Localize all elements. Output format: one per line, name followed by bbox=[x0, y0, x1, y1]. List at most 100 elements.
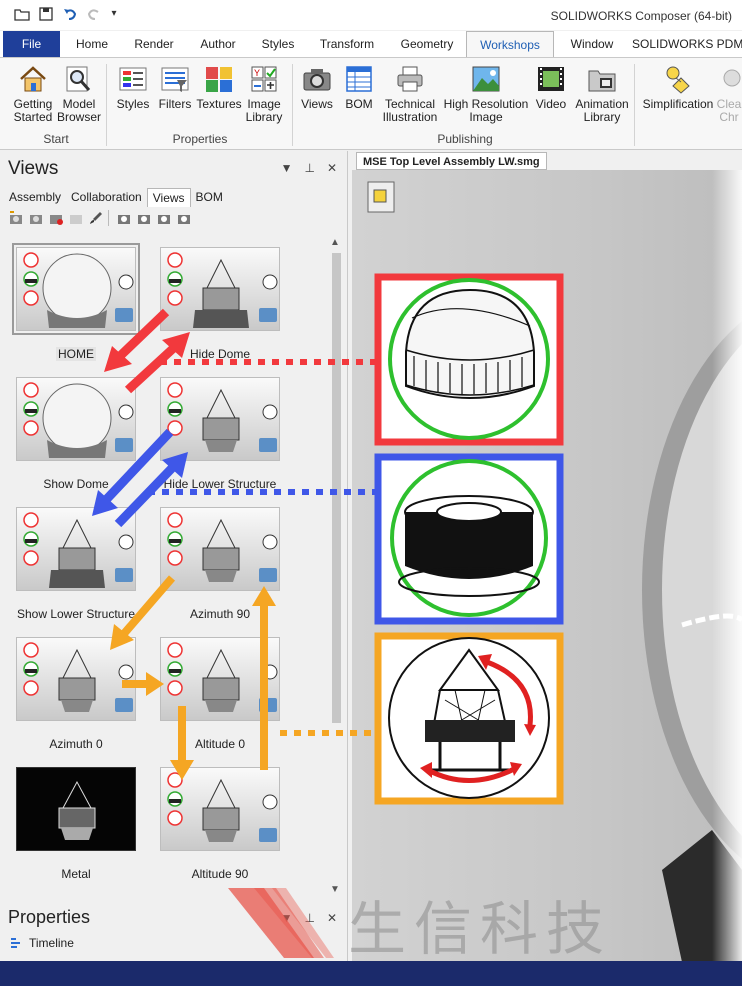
tab-render[interactable]: Render bbox=[126, 31, 182, 57]
views-scrollbar[interactable]: ▲ ▼ bbox=[328, 237, 344, 895]
view-thumbnail-image bbox=[16, 507, 136, 591]
ribbon-label: Clea Chr bbox=[716, 97, 742, 124]
tab-author[interactable]: Author bbox=[192, 31, 244, 57]
tab-window[interactable]: Window bbox=[564, 31, 620, 57]
svg-text:Y: Y bbox=[254, 68, 260, 78]
magnifier-icon bbox=[66, 66, 91, 92]
redo-icon[interactable] bbox=[86, 6, 102, 22]
view-thumbnail-label: Hide Dome bbox=[140, 347, 300, 361]
simplification-button[interactable]: Simplification bbox=[640, 64, 716, 111]
pin-icon[interactable]: ⊥ bbox=[304, 911, 314, 925]
panel-menu-icon[interactable]: ▼ bbox=[281, 161, 293, 175]
model-browser-button[interactable]: Model Browser bbox=[56, 64, 102, 124]
ribbon-label: Styles bbox=[116, 97, 150, 111]
scroll-up-icon[interactable]: ▲ bbox=[330, 237, 340, 248]
delete-view-icon[interactable] bbox=[48, 210, 64, 226]
view-thumbnail-image bbox=[16, 637, 136, 721]
document-tab[interactable]: MSE Top Level Assembly LW.smg bbox=[356, 152, 547, 170]
animation-library-button[interactable]: Animation Library bbox=[572, 64, 632, 124]
view-thumbnail[interactable]: Hide Dome bbox=[160, 247, 280, 361]
view-option-4-icon[interactable] bbox=[176, 210, 192, 226]
views-toolbar bbox=[8, 210, 192, 226]
tab-workshops[interactable]: Workshops bbox=[466, 31, 554, 58]
pin-icon[interactable]: ⊥ bbox=[304, 161, 314, 175]
subtab-collaboration[interactable]: Collaboration bbox=[66, 188, 147, 207]
view-thumbnail[interactable]: Altitude 90 bbox=[160, 767, 280, 881]
view-thumbnail-image bbox=[16, 767, 136, 851]
view-label-text: Hide Dome bbox=[189, 347, 251, 361]
image-library-button[interactable]: Y Image Library bbox=[242, 64, 286, 124]
undo-icon[interactable] bbox=[62, 6, 78, 22]
high-resolution-image-button[interactable]: High Resolution Image bbox=[442, 64, 530, 124]
tab-geometry[interactable]: Geometry bbox=[394, 31, 460, 57]
view-label-text: Altitude 0 bbox=[194, 737, 246, 751]
view-thumbnail[interactable]: HOME bbox=[12, 243, 140, 361]
view-thumbnail[interactable]: Altitude 0 bbox=[160, 637, 280, 751]
tab-styles[interactable]: Styles bbox=[254, 31, 302, 57]
clean-button[interactable]: Clea Chr bbox=[716, 64, 742, 124]
app-window: ▾ SOLIDWORKS Composer (64-bit) File Home… bbox=[0, 0, 742, 986]
close-icon[interactable]: ✕ bbox=[327, 911, 337, 925]
view-label-text: Azimuth 0 bbox=[49, 737, 103, 751]
qat-dropdown-icon[interactable]: ▾ bbox=[110, 6, 118, 22]
view-thumbnail[interactable]: Azimuth 90 bbox=[160, 507, 280, 621]
view-thumbnail[interactable]: Azimuth 0 bbox=[16, 637, 136, 751]
ribbon-tabs: File Home Render Author Styles Transform… bbox=[0, 31, 742, 58]
view-thumbnail-label: Azimuth 0 bbox=[0, 737, 156, 751]
view-option-1-icon[interactable] bbox=[116, 210, 132, 226]
view-thumbnail[interactable]: Metal bbox=[16, 767, 136, 881]
view-cube-face bbox=[373, 189, 387, 203]
3d-viewport[interactable] bbox=[352, 170, 742, 962]
tab-solidworks-pdm[interactable]: SOLIDWORKS PDM bbox=[632, 31, 742, 57]
ribbon-label: Simplification bbox=[642, 97, 714, 111]
tab-file[interactable]: File bbox=[3, 31, 60, 57]
ribbon-label: Technical Illustration bbox=[382, 97, 438, 124]
ribbon-label: High Resolution Image bbox=[443, 97, 529, 124]
folder-film-icon bbox=[588, 70, 616, 92]
update-view-icon[interactable] bbox=[28, 210, 44, 226]
styles-button[interactable]: Styles bbox=[114, 64, 152, 111]
view-label-text: Show Lower Structure bbox=[16, 607, 136, 621]
video-button[interactable]: Video bbox=[532, 64, 570, 111]
viewport-fade bbox=[712, 170, 742, 962]
view-thumbnail[interactable]: Hide Lower Structure bbox=[160, 377, 280, 491]
subtab-bom[interactable]: BOM bbox=[191, 188, 228, 207]
tab-home[interactable]: Home bbox=[66, 31, 118, 57]
technical-illustration-button[interactable]: Technical Illustration bbox=[380, 64, 440, 124]
landscape-icon bbox=[472, 66, 500, 92]
panel-controls: ▼ ⊥ ✕ bbox=[281, 161, 337, 175]
view-thumbnail[interactable]: Show Dome bbox=[16, 377, 136, 491]
disabled-view-icon[interactable] bbox=[68, 210, 84, 226]
ribbon-separator bbox=[106, 64, 107, 146]
camera-icon bbox=[303, 69, 331, 91]
open-folder-icon[interactable] bbox=[14, 6, 30, 22]
toolbar-separator bbox=[108, 210, 112, 226]
brush-icon[interactable] bbox=[88, 210, 104, 226]
panel-menu-icon[interactable]: ▼ bbox=[281, 911, 293, 925]
view-option-2-icon[interactable] bbox=[136, 210, 152, 226]
timeline-item[interactable]: Timeline bbox=[10, 936, 74, 950]
textures-icon bbox=[206, 67, 232, 92]
create-view-icon[interactable] bbox=[8, 210, 24, 226]
textures-button[interactable]: Textures bbox=[196, 64, 242, 111]
getting-started-button[interactable]: Getting Started bbox=[10, 64, 56, 124]
view-thumbnail-label: Metal bbox=[0, 867, 156, 881]
tab-transform[interactable]: Transform bbox=[312, 31, 382, 57]
properties-controls: ▼ ⊥ ✕ bbox=[281, 911, 337, 925]
view-thumbnail[interactable]: Show Lower Structure bbox=[16, 507, 136, 621]
view-option-3-icon[interactable] bbox=[156, 210, 172, 226]
panel-subtabs: Assembly Collaboration Views BOM bbox=[4, 188, 228, 207]
subtab-views[interactable]: Views bbox=[146, 188, 191, 207]
close-icon[interactable]: ✕ bbox=[327, 161, 337, 175]
views-button[interactable]: Views bbox=[298, 64, 336, 111]
view-thumbnail-label: HOME bbox=[0, 347, 156, 361]
subtab-assembly[interactable]: Assembly bbox=[4, 188, 66, 207]
save-icon[interactable] bbox=[38, 6, 54, 22]
ribbon-label: Textures bbox=[196, 97, 242, 111]
filters-button[interactable]: Filters bbox=[156, 64, 194, 111]
properties-panel: Properties ▼ ⊥ ✕ Timeline bbox=[0, 899, 348, 961]
scroll-down-icon[interactable]: ▼ bbox=[330, 884, 340, 895]
scroll-thumb[interactable] bbox=[332, 253, 341, 723]
bom-button[interactable]: BOM bbox=[340, 64, 378, 111]
view-label-text: Metal bbox=[61, 867, 91, 881]
